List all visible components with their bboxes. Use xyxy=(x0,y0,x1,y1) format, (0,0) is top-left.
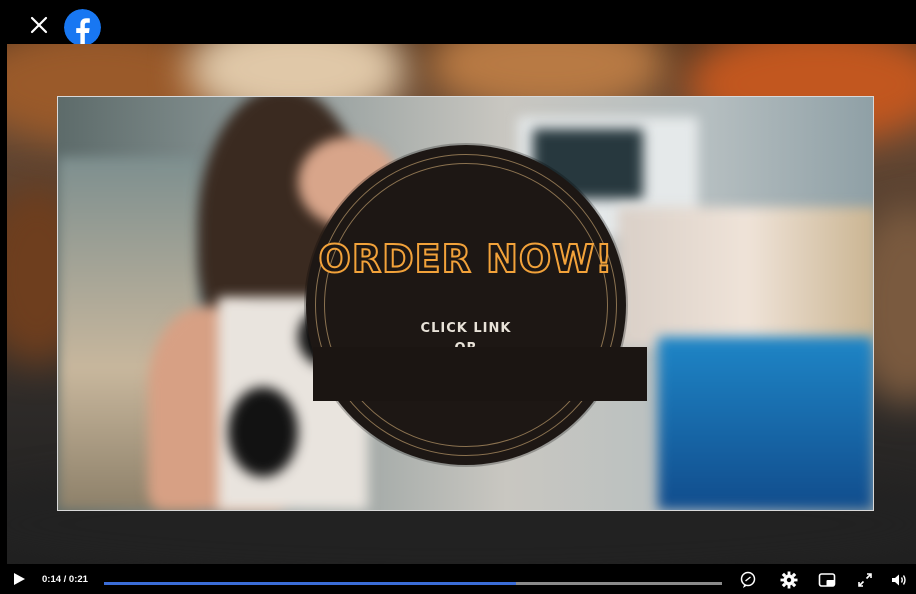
settings-icon[interactable] xyxy=(780,571,798,589)
order-now-headline: ORDER NOW! xyxy=(318,236,614,282)
scene-blue-bin xyxy=(658,337,873,510)
facebook-logo-icon[interactable] xyxy=(64,9,101,46)
fullscreen-icon[interactable] xyxy=(856,571,874,589)
video-controls: 0:14 / 0:21 xyxy=(0,564,916,594)
viewer-top-bar xyxy=(0,0,916,46)
time-display: 0:14 / 0:21 xyxy=(42,574,88,585)
play-icon[interactable] xyxy=(14,573,25,585)
progress-bar[interactable] xyxy=(104,582,722,585)
progress-fill xyxy=(104,582,517,585)
click-link-text: CLICK LINK xyxy=(420,321,512,336)
video-stage[interactable]: ORDER NOW! CLICK LINK OR xyxy=(7,44,916,564)
badge-ring-inner xyxy=(324,163,608,447)
scene-shirt-dot xyxy=(228,387,298,477)
scene-shelf-right xyxy=(618,207,873,347)
volume-icon[interactable] xyxy=(890,571,908,589)
redacted-overlay xyxy=(313,347,647,401)
order-now-badge[interactable]: ORDER NOW! CLICK LINK OR xyxy=(306,145,626,465)
captions-icon[interactable] xyxy=(739,571,757,589)
close-icon[interactable] xyxy=(28,14,50,36)
picture-in-picture-icon[interactable] xyxy=(818,571,836,589)
